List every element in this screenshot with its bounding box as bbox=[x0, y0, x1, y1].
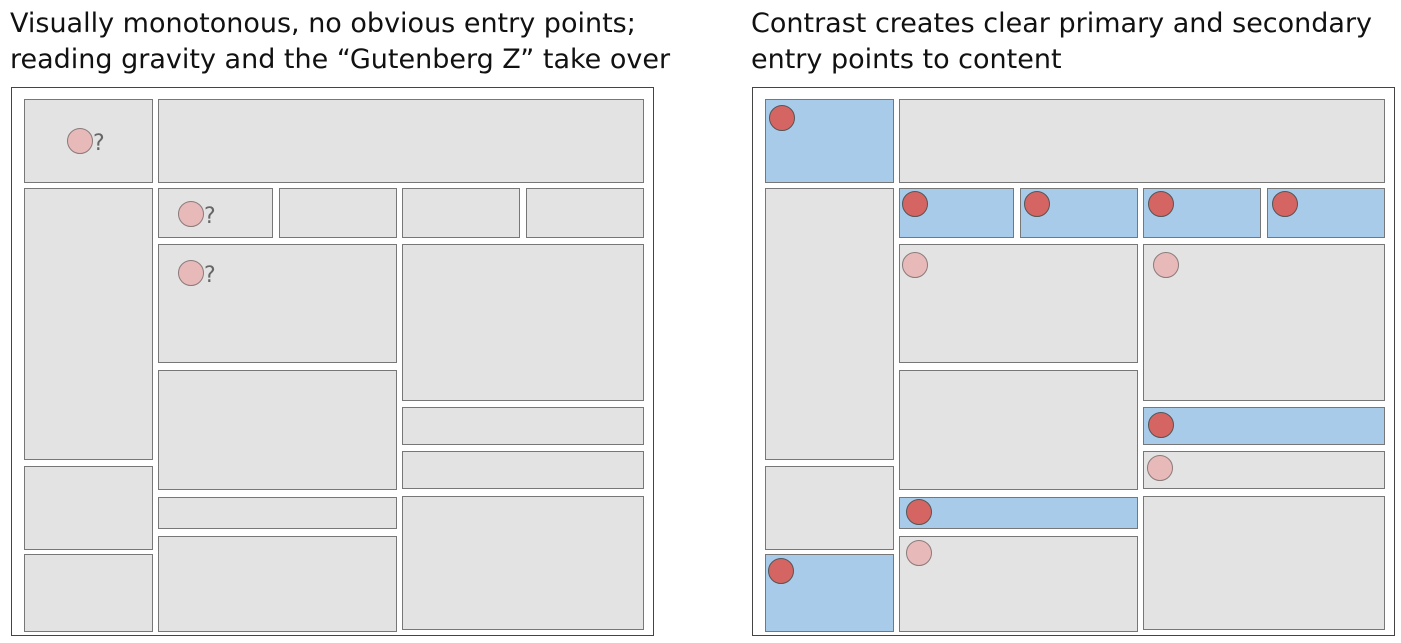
right-panel-caption: Contrast creates clear primary and secon… bbox=[751, 6, 1372, 78]
monotonous-layout-wireframe: ??? bbox=[11, 87, 654, 636]
right-strip-block-left bbox=[899, 497, 1138, 529]
left-nav-block-3 bbox=[402, 188, 520, 238]
right-caption-line-1: Contrast creates clear primary and secon… bbox=[751, 8, 1373, 39]
right-content-block-a bbox=[899, 244, 1138, 363]
primary-entry-dot-5 bbox=[1272, 191, 1298, 217]
primary-entry-dot-6 bbox=[1148, 412, 1174, 438]
left-strip-block-right-1 bbox=[402, 407, 644, 445]
right-content-block-c bbox=[899, 536, 1138, 632]
question-mark-2: ? bbox=[204, 204, 216, 229]
right-sidebar-block bbox=[765, 188, 894, 460]
left-content-block-e bbox=[402, 496, 644, 630]
secondary-entry-dot-3 bbox=[1147, 455, 1173, 481]
left-nav-block-2 bbox=[279, 188, 397, 238]
left-sidebar-block bbox=[24, 188, 153, 460]
uncertain-entry-dot-2 bbox=[178, 201, 204, 227]
right-content-block-b bbox=[899, 370, 1138, 490]
left-sidebar-bottom-block bbox=[24, 554, 153, 632]
left-caption-line-1: Visually monotonous, no obvious entry po… bbox=[10, 8, 636, 39]
secondary-entry-dot-2 bbox=[1153, 252, 1179, 278]
left-content-block-c bbox=[158, 536, 397, 632]
left-nav-block-4 bbox=[526, 188, 644, 238]
right-content-block-d bbox=[1143, 244, 1385, 401]
right-content-block-e bbox=[1143, 496, 1385, 630]
primary-entry-dot-2 bbox=[902, 191, 928, 217]
uncertain-entry-dot-1 bbox=[67, 128, 93, 154]
primary-entry-dot-4 bbox=[1148, 191, 1174, 217]
left-strip-block-right-2 bbox=[402, 451, 644, 489]
primary-entry-dot-8 bbox=[768, 558, 794, 584]
question-mark-3: ? bbox=[204, 263, 216, 288]
secondary-entry-dot-1 bbox=[902, 252, 928, 278]
primary-entry-dot-1 bbox=[769, 105, 795, 131]
left-sidebar-small-block bbox=[24, 466, 153, 550]
primary-entry-dot-3 bbox=[1024, 191, 1050, 217]
left-panel-caption: Visually monotonous, no obvious entry po… bbox=[10, 6, 670, 78]
left-caption-line-2: reading gravity and the “Gutenberg Z” ta… bbox=[10, 44, 671, 75]
right-strip-block-right-1 bbox=[1143, 407, 1385, 445]
left-header-block bbox=[158, 99, 644, 183]
right-sidebar-small-block bbox=[765, 466, 894, 550]
left-strip-block-left bbox=[158, 497, 397, 529]
left-content-block-b bbox=[158, 370, 397, 490]
question-mark-1: ? bbox=[93, 131, 105, 156]
left-content-block-d bbox=[402, 244, 644, 401]
right-caption-line-2: entry points to content bbox=[751, 44, 1062, 75]
secondary-entry-dot-4 bbox=[906, 540, 932, 566]
right-header-block bbox=[899, 99, 1385, 183]
uncertain-entry-dot-3 bbox=[178, 260, 204, 286]
right-strip-block-right-2 bbox=[1143, 451, 1385, 489]
contrast-layout-wireframe bbox=[752, 87, 1395, 636]
primary-entry-dot-7 bbox=[906, 499, 932, 525]
